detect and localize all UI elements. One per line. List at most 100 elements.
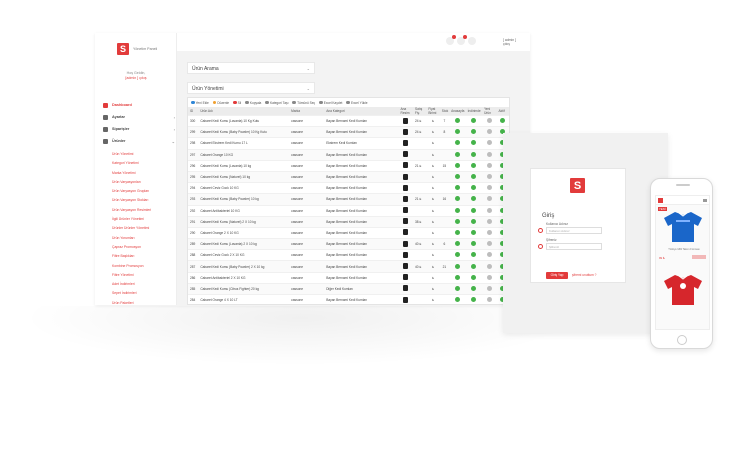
status-toggle[interactable] (454, 207, 460, 213)
product-thumbnail[interactable] (403, 184, 409, 191)
settings-icon[interactable] (468, 37, 476, 45)
blue-jersey-image[interactable] (662, 210, 704, 243)
table-row[interactable]: 284 Cabaret Orange 4 X 10 LT cassone Bayan … (188, 293, 509, 305)
status-toggle[interactable] (454, 285, 460, 291)
product-thumbnail[interactable] (403, 128, 409, 135)
status-toggle[interactable] (500, 118, 506, 124)
status-toggle[interactable] (471, 229, 477, 235)
status-toggle[interactable] (486, 274, 492, 280)
status-toggle[interactable] (454, 118, 460, 124)
status-toggle[interactable] (486, 118, 492, 124)
product-thumbnail[interactable] (403, 117, 409, 124)
product-management-panel[interactable]: Ürün Yönetimi ⌄ (187, 82, 315, 94)
product-search-panel[interactable]: Ürün Arama ⌄ (187, 62, 315, 74)
column-header[interactable]: Ana Kategori (324, 107, 399, 116)
column-header[interactable]: Aktif (496, 107, 509, 116)
subnav-item[interactable]: Ürünler Ürünler Yönetimi (112, 224, 176, 233)
table-row[interactable]: 288 Cabaret Ceviz Gıcık 2 X 10 KG cassone B… (188, 249, 509, 261)
status-toggle[interactable] (454, 263, 460, 269)
table-row[interactable]: 296 Cabaret Kedi Kumu (Lavanta) 10 kg cass… (188, 159, 509, 172)
status-toggle[interactable] (454, 174, 460, 180)
table-row[interactable]: 286 Cabaret Antibakteriel 2 X 10 KG casson… (188, 271, 509, 284)
status-toggle[interactable] (486, 241, 492, 247)
status-toggle[interactable] (486, 229, 492, 235)
product-thumbnail[interactable] (403, 274, 409, 281)
subnav-item[interactable]: İlgili Ürünler Yönetimi (112, 215, 176, 224)
cart-icon[interactable] (703, 199, 707, 202)
status-toggle[interactable] (486, 185, 492, 191)
status-toggle[interactable] (454, 252, 460, 258)
status-toggle[interactable] (454, 129, 460, 135)
table-row[interactable]: 285 Cabaret Kedi Kumu (Citrus Fighter) 20… (188, 282, 509, 295)
add-to-cart-button[interactable] (692, 255, 706, 259)
table-row[interactable]: 287 Cabaret Kedi Kumu (Baby Powder) 2 X 1… (188, 260, 509, 273)
column-header[interactable]: Satış Fiy. (412, 107, 427, 116)
subnav-item[interactable]: Ürün Paketleri (112, 299, 176, 305)
status-toggle[interactable] (486, 162, 492, 168)
status-toggle[interactable] (471, 241, 477, 247)
status-toggle[interactable] (454, 241, 460, 247)
column-header[interactable]: ID (188, 107, 199, 116)
status-toggle[interactable] (486, 207, 492, 213)
status-toggle[interactable] (454, 229, 460, 235)
username-field[interactable]: Kullanıcı Adınız (546, 227, 602, 234)
table-row[interactable]: 300 Cabaret Kedi Kumu (Lavanta) 10 Kg Kut… (188, 114, 509, 127)
red-jersey-image[interactable] (662, 273, 704, 306)
table-row[interactable]: 297 Cabaret Orange 10 KG cassone Bayan Bern… (188, 148, 509, 161)
status-toggle[interactable] (471, 129, 477, 135)
table-row[interactable]: 299 Cabaret Kedi Kumu (Baby Powder) 10 Kg… (188, 126, 509, 138)
subnav-item[interactable]: Ürün Varyasyonları (112, 178, 176, 187)
status-toggle[interactable] (486, 297, 492, 303)
subnav-item[interactable]: Ürün Yönetimi (112, 150, 176, 159)
column-header[interactable]: İndirimde (465, 107, 483, 116)
subnav-item[interactable]: Kombine Promosyon (112, 262, 176, 271)
subnav-item[interactable]: Sepet İndirimleri (112, 289, 176, 298)
status-toggle[interactable] (471, 297, 477, 303)
product-thumbnail[interactable] (403, 285, 409, 292)
login-button[interactable]: Giriş Yap (546, 272, 568, 279)
status-toggle[interactable] (471, 207, 477, 213)
mail-icon[interactable] (446, 35, 456, 45)
table-row[interactable]: 293 Cabaret Kedi Kumu (Baby Powder) 10 kg… (188, 193, 509, 205)
status-toggle[interactable] (486, 285, 492, 291)
table-row[interactable]: 295 Cabaret Kedi Kumu (Naturel) 10 kg cass… (188, 170, 509, 183)
nav-item-0[interactable]: Dashboard (103, 99, 175, 111)
status-toggle[interactable] (486, 218, 492, 224)
table-row[interactable]: 292 Cabaret Antibakteriel 10 KG cassone Bay… (188, 204, 509, 217)
product-thumbnail[interactable] (403, 263, 409, 270)
nav-item-2[interactable]: Siparişler › (103, 123, 175, 135)
toolbar-button[interactable]: Tümünü Seç (292, 101, 315, 105)
table-row[interactable]: 294 Cabaret Ceviz Gıcık 10 KG cassone Bayan… (188, 182, 509, 194)
status-toggle[interactable] (471, 196, 477, 202)
toolbar-button[interactable]: Yeni Ekle (191, 101, 209, 105)
status-toggle[interactable] (471, 140, 477, 146)
product-thumbnail[interactable] (403, 296, 409, 303)
toolbar-button[interactable]: Excel Yükle (346, 101, 368, 105)
table-row[interactable]: 289 Cabaret Kedi Kumu (Lavanta) 2 X 10 kg… (188, 238, 509, 250)
product-thumbnail[interactable] (403, 195, 409, 202)
subnav-item[interactable]: Filtre Yönetimi (112, 271, 176, 280)
status-toggle[interactable] (471, 285, 477, 291)
column-header[interactable]: Fiyat Birimi (426, 107, 440, 116)
column-header[interactable]: Marka (289, 107, 325, 116)
status-toggle[interactable] (454, 218, 460, 224)
subnav-item[interactable]: Filtre Başlıkları (112, 252, 176, 261)
product-thumbnail[interactable] (403, 251, 409, 258)
status-toggle[interactable] (471, 151, 477, 157)
table-row[interactable]: 298 Cabaret Ekstrem Kedi Kumu 17 Lcassone… (188, 137, 509, 150)
password-field[interactable]: Şifreniz (546, 243, 602, 250)
status-toggle[interactable] (471, 162, 477, 168)
status-toggle[interactable] (471, 185, 477, 191)
status-toggle[interactable] (486, 140, 492, 146)
toolbar-button[interactable]: Düzenle (212, 101, 229, 105)
toolbar-button[interactable]: Kategori Taşı (265, 101, 288, 105)
status-toggle[interactable] (471, 263, 477, 269)
status-toggle[interactable] (486, 196, 492, 202)
subnav-item[interactable]: Ürün Varyasyon Stokları (112, 196, 176, 205)
subnav-item[interactable]: Marka Yönetimi (112, 169, 176, 178)
product-name[interactable]: Türkiye Milli Takım Forması (659, 248, 709, 251)
status-toggle[interactable] (471, 118, 477, 124)
product-thumbnail[interactable] (403, 229, 409, 236)
subnav-item[interactable]: Ürün Varyasyon Resimleri (112, 206, 176, 215)
status-toggle[interactable] (454, 196, 460, 202)
